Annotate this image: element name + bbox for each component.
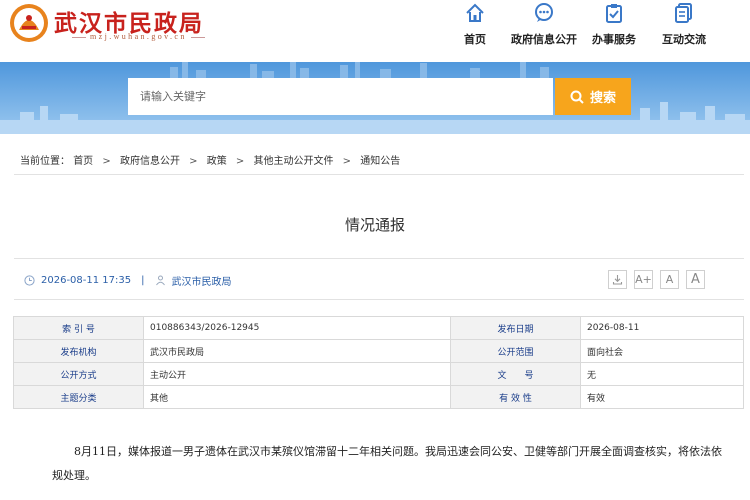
font-default-button[interactable]: A (660, 270, 679, 289)
wuhan-civil-affairs-logo[interactable] (8, 2, 50, 44)
breadcrumb-home[interactable]: 首页 (73, 152, 93, 167)
breadcrumb-prefix: 当前位置： (20, 156, 70, 167)
article-body: 8月11日，媒体报道一男子遗体在武汉市某殡仪馆滞留十二年相关问题。我局迅速会同公… (52, 445, 722, 482)
search-icon (570, 90, 584, 104)
table-value: 有效 (580, 385, 744, 409)
table-value: 010886343/2026-12945 (143, 316, 451, 340)
nav-services[interactable]: 办事服务 (592, 2, 636, 47)
table-key: 文 号 (450, 362, 581, 386)
document-info-table: 索 引 号 010886343/2026-12945 发布日期 2026-08-… (13, 316, 744, 409)
table-key: 发布日期 (450, 316, 581, 340)
site-header: 武汉市民政局 mzj.wuhan.gov.cn 首页 政府信息公开 办事服务 互… (0, 0, 750, 62)
table-value: 面向社会 (580, 339, 744, 363)
table-value: 无 (580, 362, 744, 386)
org-icon (155, 275, 165, 286)
chat-icon (535, 3, 553, 22)
table-key: 主题分类 (13, 385, 144, 409)
table-key: 发布机构 (13, 339, 144, 363)
article-source: 武汉市民政局 (171, 277, 232, 288)
search-input[interactable] (128, 78, 553, 115)
clock-icon (24, 275, 35, 286)
table-row: 索 引 号 010886343/2026-12945 发布日期 2026-08-… (13, 316, 744, 340)
breadcrumb-separator: > (102, 156, 111, 167)
nav-services-label: 办事服务 (592, 33, 636, 46)
table-row: 主题分类 其他 有 效 性 有效 (13, 385, 744, 409)
document-icon (675, 3, 692, 23)
table-key: 公开方式 (13, 362, 144, 386)
clipboard-icon (606, 4, 622, 23)
nav-gov-info-label: 政府信息公开 (511, 33, 577, 46)
breadcrumb-gov-info[interactable]: 政府信息公开 (120, 152, 180, 167)
breadcrumb-other-files[interactable]: 其他主动公开文件 (253, 152, 333, 167)
article-meta: 2026-08-11 17:35 | 武汉市民政局 (24, 273, 232, 288)
download-icon (612, 275, 623, 285)
breadcrumb-notices[interactable]: 通知公告 (360, 152, 400, 167)
table-key: 有 效 性 (450, 385, 581, 409)
breadcrumb-policy[interactable]: 政策 (207, 152, 227, 167)
nav-home-label: 首页 (464, 33, 486, 46)
download-button[interactable] (608, 270, 627, 289)
search-button-label: 搜索 (589, 91, 616, 106)
page-title: 情况通报 (344, 216, 405, 234)
search-button[interactable]: 搜索 (555, 78, 631, 115)
table-key: 索 引 号 (13, 316, 144, 340)
breadcrumb-separator: > (342, 156, 352, 167)
site-domain: mzj.wuhan.gov.cn (68, 32, 209, 41)
table-value: 武汉市民政局 (143, 339, 451, 363)
meta-divider: | (141, 275, 145, 286)
table-row: 公开方式 主动公开 文 号 无 (13, 362, 744, 386)
nav-home[interactable]: 首页 (464, 2, 486, 47)
breadcrumb: 当前位置： 首页 > 政府信息公开 > 政策 > 其他主动公开文件 > 通知公告 (20, 152, 400, 167)
table-value: 主动公开 (143, 362, 451, 386)
font-increase-button[interactable]: A+ (634, 270, 653, 289)
nav-interaction-label: 互动交流 (662, 33, 706, 46)
breadcrumb-separator: > (189, 156, 198, 167)
nav-gov-info[interactable]: 政府信息公开 (511, 2, 577, 47)
publish-datetime: 2026-08-11 17:35 (41, 275, 132, 286)
search-banner: 搜索 (0, 62, 750, 134)
table-value: 其他 (143, 385, 451, 409)
breadcrumb-separator: > (235, 156, 245, 167)
nav-interaction[interactable]: 互动交流 (662, 2, 706, 47)
article-tools: A+ A A (608, 270, 705, 289)
table-value: 2026-08-11 (580, 316, 744, 340)
home-icon (466, 3, 484, 22)
table-key: 公开范围 (450, 339, 581, 363)
font-decrease-button[interactable]: A (686, 270, 705, 289)
divider (14, 258, 744, 259)
divider (14, 174, 744, 175)
table-row: 发布机构 武汉市民政局 公开范围 面向社会 (13, 339, 744, 363)
divider (14, 299, 744, 300)
